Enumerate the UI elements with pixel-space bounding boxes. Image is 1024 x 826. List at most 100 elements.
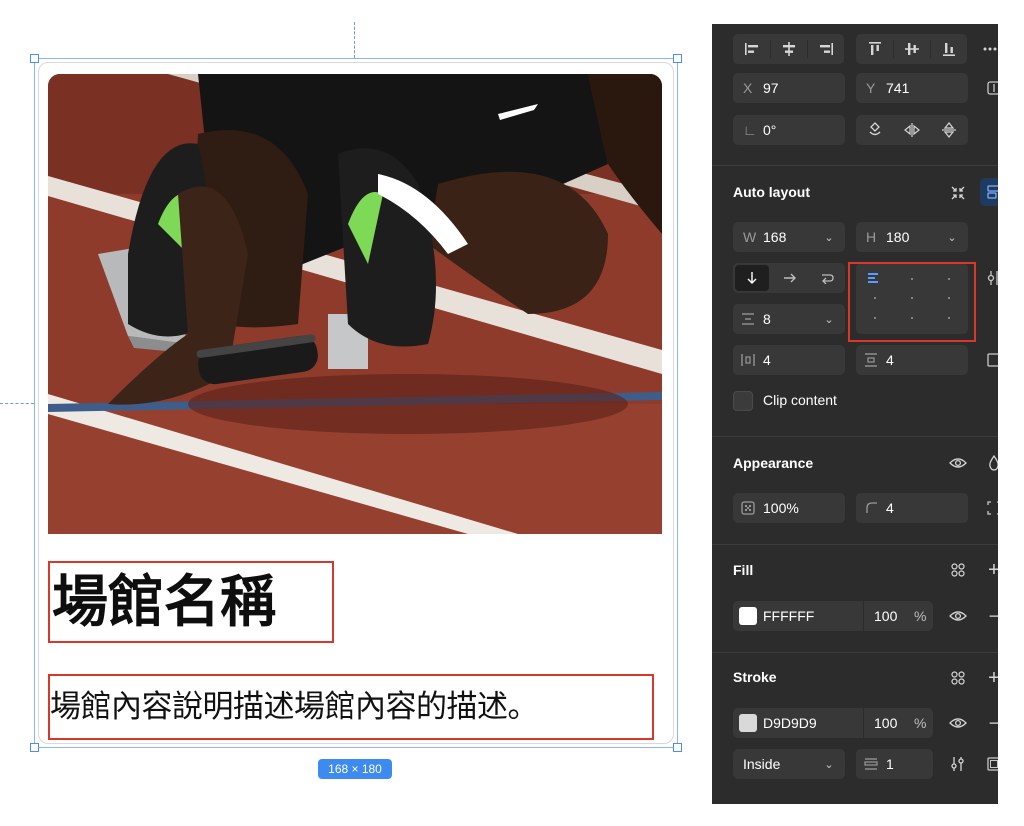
resize-handle-bottom-left[interactable] [30,743,39,752]
styles-grid-icon[interactable] [946,666,970,690]
flip-horizontal-icon [903,123,920,137]
stroke-settings-icon[interactable] [946,752,970,776]
direction-vertical-button[interactable] [735,265,769,291]
divider [863,601,864,631]
auto-layout-icon [987,185,998,199]
fill-opacity-value: 100 [874,608,898,624]
align-top-icon [868,42,881,55]
stroke-sides-icon[interactable] [982,752,998,776]
align-middle-button[interactable] [893,34,930,64]
venue-title[interactable]: 場館名稱 [50,563,334,643]
stroke-weight-icon [864,758,878,770]
remove-stroke-icon[interactable]: − [982,711,998,735]
horizontal-padding-icon [741,354,755,366]
section-divider [712,436,998,437]
corner-radius-value: 4 [886,500,894,516]
gap-icon [742,313,754,325]
align-bottom-icon [942,43,955,56]
fill-percent-sign: % [914,608,927,624]
auto-layout-settings-button[interactable] [980,178,998,206]
rotate-button[interactable] [856,115,893,145]
rotate-icon [869,122,880,136]
blend-mode-icon[interactable] [982,451,998,475]
stroke-color-field[interactable]: D9D9D9 100 % [733,708,933,738]
venue-description[interactable]: 場館內容說明描述場館內容的描述。 [50,676,654,738]
fill-color-field[interactable]: FFFFFF 100 % [733,601,933,631]
align-left-button[interactable] [733,34,770,64]
alignment-highlight-box [848,262,976,342]
fill-title: Fill [733,562,754,578]
stroke-position-select[interactable]: Inside ⌄ [733,749,845,779]
x-label: X [743,80,753,96]
fill-hex-value: FFFFFF [763,608,815,624]
add-fill-icon[interactable]: + [982,558,998,582]
card-image[interactable] [48,74,662,534]
height-field[interactable]: H 180 ⌄ [856,222,968,252]
vertical-padding-field[interactable]: 4 [856,345,968,375]
remove-fill-icon[interactable]: − [982,604,998,628]
chevron-down-icon[interactable]: ⌄ [944,222,960,252]
eye-icon[interactable] [946,451,970,475]
vertical-padding-value: 4 [886,352,894,368]
eye-icon[interactable] [946,604,970,628]
corner-radius-field[interactable]: 4 [856,493,968,523]
more-options-icon[interactable] [978,37,998,61]
align-left-icon [744,43,758,55]
section-divider [712,165,998,166]
direction-wrap-button[interactable] [808,263,845,293]
arrow-right-icon [783,273,796,283]
flip-vertical-button[interactable] [930,115,967,145]
add-stroke-icon[interactable]: + [982,666,998,690]
gap-field[interactable]: 8 ⌄ [733,304,845,334]
opacity-value: 100% [763,500,799,516]
align-bottom-button[interactable] [930,34,967,64]
clip-content-label[interactable]: Clip content [763,392,837,408]
resize-handle-top-left[interactable] [30,54,39,63]
stroke-weight-field[interactable]: 1 [856,749,933,779]
collapse-icon[interactable] [946,181,970,205]
y-value: 741 [886,80,910,96]
chevron-down-icon[interactable]: ⌄ [821,222,837,252]
align-center-button[interactable] [770,34,807,64]
resize-handle-bottom-right[interactable] [673,743,682,752]
x-position-field[interactable]: X 97 [733,73,845,103]
flip-horizontal-button[interactable] [893,115,930,145]
wrap-icon [821,274,834,284]
align-top-button[interactable] [856,34,893,64]
individual-padding-icon[interactable] [982,348,998,372]
size-badge: 168 × 180 [318,759,392,779]
auto-layout-title: Auto layout [733,184,810,200]
design-canvas[interactable]: 場館名稱 場館內容說明描述場館內容的描述。 168 × 180 [0,0,712,826]
advanced-layout-icon[interactable] [982,266,998,290]
stroke-swatch[interactable] [739,714,757,732]
corner-radius-icon [866,502,877,513]
eye-icon[interactable] [946,711,970,735]
styles-grid-icon[interactable] [946,558,970,582]
horizontal-padding-field[interactable]: 4 [733,345,845,375]
stroke-percent-sign: % [914,715,927,731]
width-label: W [743,229,757,245]
stroke-hex-value: D9D9D9 [763,715,817,731]
chevron-down-icon[interactable]: ⌄ [821,749,837,779]
rotation-field[interactable]: ∟ 0° [733,115,845,145]
y-position-field[interactable]: Y 741 [856,73,968,103]
section-divider [712,652,998,653]
chevron-down-icon[interactable]: ⌄ [821,304,837,334]
align-right-button[interactable] [807,34,844,64]
y-label: Y [866,80,876,96]
align-center-h-icon [782,42,795,56]
clip-content-checkbox[interactable] [733,391,753,411]
opacity-field[interactable]: 100% [733,493,845,523]
arrow-down-icon [747,272,757,284]
constraints-icon[interactable] [982,76,998,100]
gap-value: 8 [763,311,771,327]
vertical-align-group [856,34,967,64]
design-panel: X 97 Y 741 ∟ 0° Auto layout W 168 ⌄ H 18… [712,24,998,804]
resize-handle-top-right[interactable] [673,54,682,63]
horizontal-align-group [733,34,844,64]
width-field[interactable]: W 168 ⌄ [733,222,845,252]
fill-swatch[interactable] [739,607,757,625]
direction-horizontal-button[interactable] [771,263,808,293]
independent-corners-icon[interactable] [982,496,998,520]
align-middle-icon [904,43,919,55]
